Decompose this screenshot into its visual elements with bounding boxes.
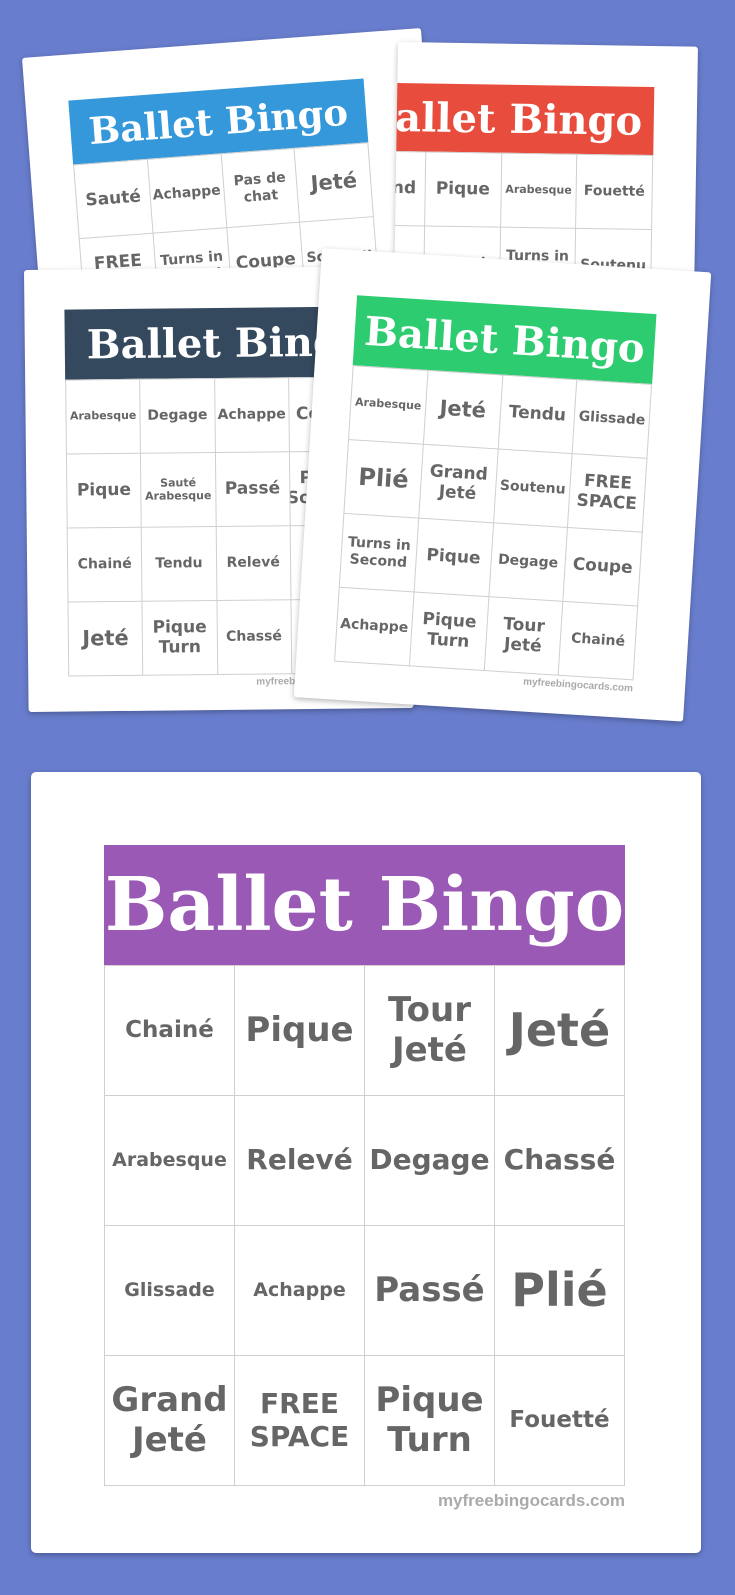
bingo-cell[interactable]: Tour Jeté	[365, 966, 495, 1096]
card-content: Ballet Bingo Arabesque Jeté Tendu Glissade P…	[333, 295, 657, 694]
bingo-cell[interactable]: Grand	[394, 151, 427, 227]
bingo-cell[interactable]: Degage	[365, 1096, 495, 1226]
bingo-cell[interactable]: Turns in Second	[339, 513, 419, 593]
bingo-cell[interactable]: Plié	[495, 1226, 625, 1356]
bingo-cell[interactable]: Glissade	[105, 1226, 235, 1356]
bingo-cell[interactable]: Jeté	[68, 601, 144, 677]
bingo-cell[interactable]: Arabesque	[348, 366, 429, 445]
bingo-card-main[interactable]: Ballet Bingo Chainé Pique Tour Jeté Jeté Ara…	[31, 772, 701, 1553]
bingo-cell[interactable]: Plié	[344, 440, 424, 519]
bingo-cell[interactable]: Pique Turn	[409, 592, 489, 672]
bingo-cell[interactable]: Chainé	[67, 527, 143, 603]
bingo-cell[interactable]: FREE SPACE	[235, 1356, 365, 1486]
bingo-cell[interactable]: Chassé	[495, 1096, 625, 1226]
bingo-cell[interactable]: Pique	[235, 966, 365, 1096]
bingo-grid: Arabesque Jeté Tendu Glissade Plié Grand Jeté…	[334, 365, 653, 681]
bingo-cell[interactable]: Passé	[215, 452, 291, 528]
bingo-cell[interactable]: Tour Jeté	[484, 597, 564, 676]
bingo-cell[interactable]: Glissade	[572, 380, 653, 459]
bingo-cell[interactable]: Passé	[365, 1226, 495, 1356]
bingo-cell[interactable]: Grand Jeté	[418, 444, 499, 524]
bingo-cell[interactable]: Arabesque	[66, 379, 142, 455]
bingo-cell[interactable]: Grand Jeté	[105, 1356, 235, 1486]
bingo-cell[interactable]: Chainé	[558, 601, 639, 681]
card-title: Ballet Bingo	[104, 845, 625, 965]
bingo-cell[interactable]: Jeté	[495, 966, 625, 1096]
bingo-cell[interactable]: FREE SPACE	[568, 454, 648, 533]
bingo-cell[interactable]: Chassé	[216, 600, 292, 675]
bingo-cell[interactable]: Coupe	[563, 528, 643, 607]
bingo-cell[interactable]: Pique	[414, 518, 494, 598]
bingo-cell[interactable]: Arabesque	[500, 153, 578, 229]
bingo-grid: Chainé Pique Tour Jeté Jeté Arabesque Relevé D…	[104, 965, 625, 1486]
bingo-cell[interactable]: Achappe	[235, 1226, 365, 1356]
bingo-cell[interactable]: Pique	[424, 152, 502, 228]
bingo-cell[interactable]: Achappe	[147, 154, 227, 234]
bingo-cell[interactable]: Relevé	[216, 526, 292, 601]
bingo-cell[interactable]: Pique	[66, 453, 142, 529]
bingo-cell[interactable]: Sauté Arabesque	[141, 453, 217, 528]
bingo-cell[interactable]: Jeté	[294, 143, 374, 223]
bingo-cell[interactable]: Tendu	[498, 375, 578, 455]
bingo-cell[interactable]: Fouetté	[495, 1356, 625, 1486]
bingo-cell[interactable]: Degage	[140, 379, 216, 454]
bingo-cell[interactable]: Pas de chat	[221, 148, 301, 229]
bingo-cell[interactable]: Sauté	[74, 159, 154, 240]
bingo-cell[interactable]: Relevé	[235, 1096, 365, 1226]
bingo-card-green[interactable]: Ballet Bingo Arabesque Jeté Tendu Glissade P…	[293, 248, 712, 722]
watermark: myfreebingocards.com	[437, 1491, 625, 1510]
bingo-cell[interactable]: Degage	[488, 523, 569, 602]
card-title: Ballet Bingo	[394, 82, 655, 156]
bingo-cell[interactable]: Achappe	[214, 378, 290, 454]
bingo-cell[interactable]: Arabesque	[105, 1096, 235, 1226]
bingo-cell[interactable]: Jeté	[423, 370, 503, 450]
bingo-cell[interactable]: Pique Turn	[365, 1356, 495, 1486]
bingo-cell[interactable]: Tendu	[141, 527, 217, 602]
bingo-cell[interactable]: Achappe	[335, 587, 415, 667]
bingo-cell[interactable]: Fouetté	[576, 154, 654, 231]
bingo-cell[interactable]: Pique Turn	[142, 600, 218, 676]
bingo-cell[interactable]: Chainé	[105, 966, 235, 1096]
bingo-cell[interactable]: Soutenu	[493, 449, 573, 529]
card-content: Ballet Bingo Chainé Pique Tour Jeté Jeté Ara…	[104, 845, 625, 1511]
